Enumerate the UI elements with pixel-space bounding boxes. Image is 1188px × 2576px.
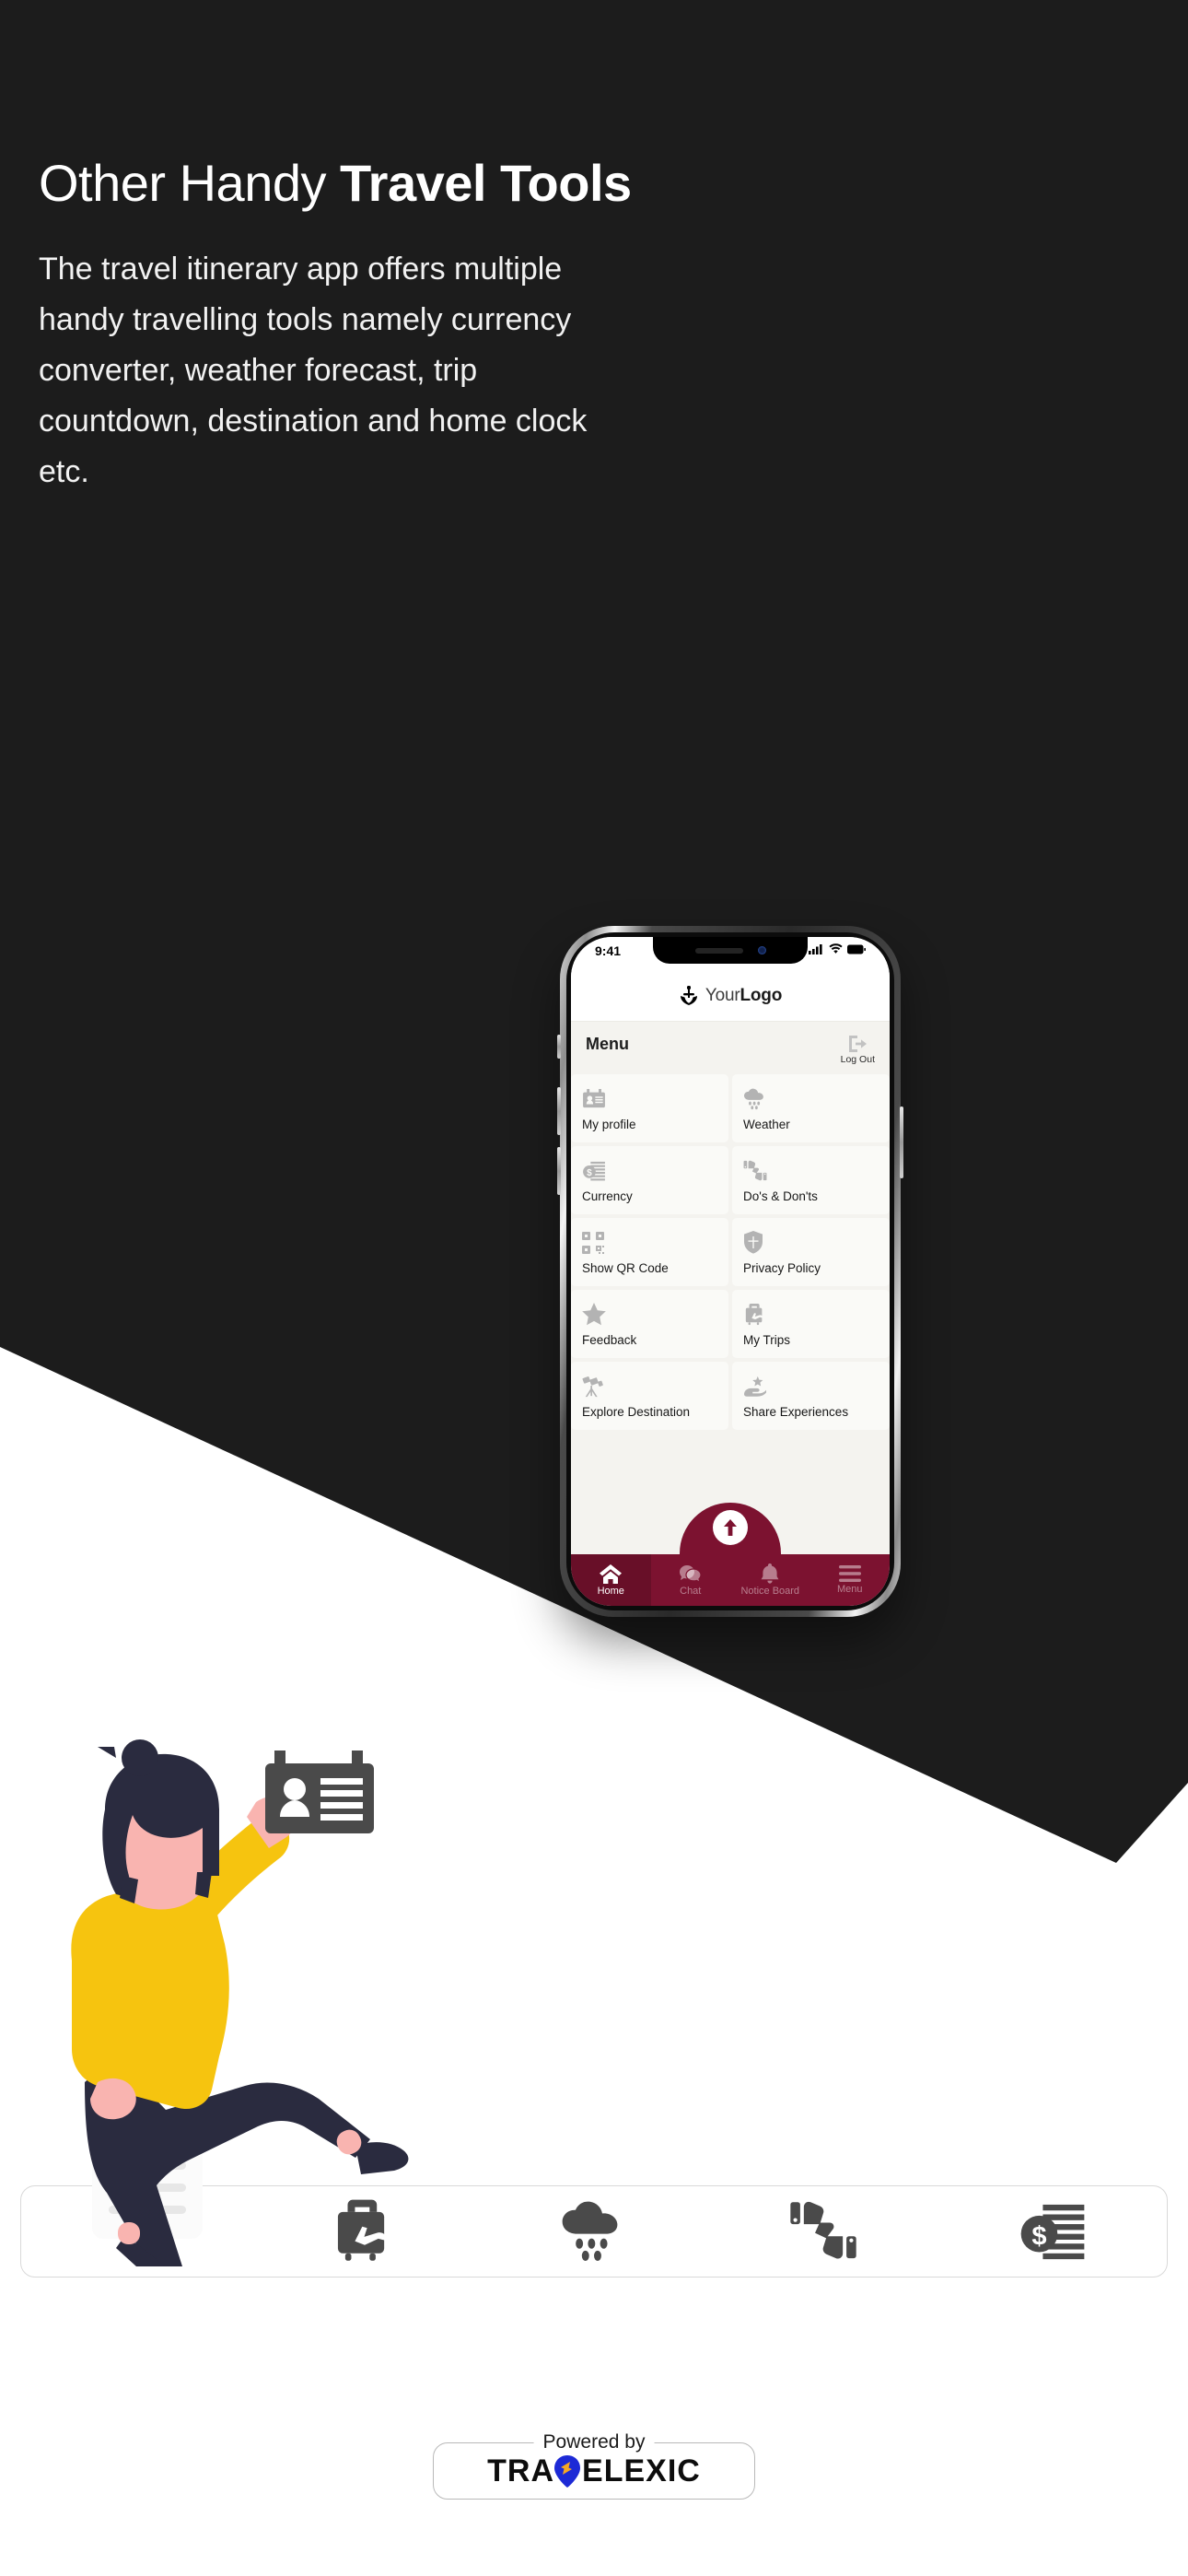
powered-by-label: Powered by: [533, 2431, 655, 2453]
menu-tile-explore-destination[interactable]: Explore Destination: [571, 1362, 728, 1430]
headline-bold-part: Travel Tools: [340, 154, 632, 212]
suitcase-plane-icon: [743, 1303, 879, 1327]
location-pin-icon: [554, 2455, 581, 2488]
phone-notch: [653, 937, 808, 964]
brand-box: Powered by TRA ELEXIC: [433, 2431, 755, 2500]
status-bar: 9:41: [571, 937, 890, 970]
page-title: Menu: [586, 1035, 629, 1053]
anchor-logo-icon: [680, 985, 697, 1005]
wifi-icon: [829, 943, 843, 954]
nav-item-chat[interactable]: Chat: [651, 1564, 731, 1597]
menu-tile-currency[interactable]: $ Currency: [571, 1146, 728, 1214]
logout-button[interactable]: Log Out: [841, 1035, 875, 1065]
menu-tile-label: Show QR Code: [582, 1260, 669, 1275]
menu-tile-weather[interactable]: Weather: [732, 1074, 890, 1142]
phone-power-button: [900, 1107, 903, 1178]
bottom-navigation: Home Chat Notice Board Menu: [571, 1554, 890, 1606]
app-header: YourLogo: [571, 970, 890, 1022]
cloud-rain-icon: [562, 2201, 618, 2261]
menu-tile-label: Feedback: [582, 1332, 637, 1347]
shield-icon: [743, 1231, 879, 1255]
id-card-icon: [265, 1751, 374, 1833]
menu-tile-label: Explore Destination: [582, 1404, 691, 1419]
nav-item-menu[interactable]: Menu: [810, 1565, 891, 1595]
app-logo-text: YourLogo: [705, 986, 782, 1006]
home-icon: [600, 1563, 623, 1584]
logo-light: Your: [705, 985, 740, 1005]
strip-slot-weather[interactable]: [480, 2199, 709, 2264]
phone-volume-up-button: [557, 1087, 561, 1135]
phone-screen: 9:41 YourLogo Menu Log Out My profile We…: [571, 937, 890, 1606]
nav-item-label: Home: [597, 1585, 624, 1597]
menu-tile-show-qr-code[interactable]: Show QR Code: [571, 1218, 728, 1286]
nav-item-label: Chat: [680, 1585, 702, 1597]
strip-slot-dos-and-donts[interactable]: [708, 2199, 938, 2264]
status-icons: [809, 943, 866, 954]
status-time: 9:41: [595, 943, 622, 958]
menu-tile-share-experiences[interactable]: Share Experiences: [732, 1362, 890, 1430]
phone-mute-switch: [557, 1035, 561, 1059]
thumbs-up-down-icon: [743, 1159, 879, 1183]
menu-tile-dos-and-donts[interactable]: Do's & Don'ts: [732, 1146, 890, 1214]
nav-item-home[interactable]: Home: [571, 1554, 651, 1606]
menu-tile-label: Do's & Don'ts: [743, 1188, 818, 1203]
star-icon: [582, 1303, 717, 1327]
menu-tile-label: My profile: [582, 1117, 636, 1131]
hand-star-icon: [743, 1375, 879, 1399]
logo-bold: Logo: [740, 985, 783, 1005]
brand-logo: TRA ELEXIC: [487, 2453, 701, 2489]
menu-tile-privacy-policy[interactable]: Privacy Policy: [732, 1218, 890, 1286]
qr-code-icon: [582, 1231, 717, 1255]
hero-description: The travel itinerary app offers multiple…: [39, 251, 588, 490]
menu-tile-label: Share Experiences: [743, 1404, 849, 1419]
svg-text:$: $: [1031, 2221, 1046, 2251]
front-camera-icon: [757, 946, 766, 954]
page-title: Other Handy Travel Tools: [39, 154, 683, 213]
menu-header-row: Menu Log Out: [571, 1022, 890, 1072]
menu-tile-label: My Trips: [743, 1332, 791, 1347]
powered-by-badge: Powered by TRA ELEXIC: [433, 2430, 755, 2500]
id-card-icon: [582, 1087, 717, 1111]
svg-text:$: $: [587, 1167, 592, 1177]
menu-tile-my-profile[interactable]: My profile: [571, 1074, 728, 1142]
hamburger-icon: [838, 1565, 861, 1582]
logout-label: Log Out: [840, 1054, 875, 1065]
nav-item-label: Notice Board: [740, 1586, 800, 1597]
menu-tile-label: Currency: [582, 1188, 633, 1203]
phone-volume-down-button: [557, 1147, 561, 1195]
coins-stack-icon: $: [1020, 2204, 1084, 2260]
nav-item-notice-board[interactable]: Notice Board: [730, 1563, 810, 1597]
brand-text-part1: TRA: [487, 2453, 555, 2488]
bell-icon: [761, 1563, 779, 1584]
brand-text-part2: ELEXIC: [582, 2453, 701, 2488]
earpiece-speaker: [694, 947, 743, 954]
menu-tile-my-trips[interactable]: My Trips: [732, 1290, 890, 1358]
menu-tile-label: Privacy Policy: [743, 1260, 821, 1275]
cloud-rain-icon: [743, 1087, 879, 1111]
hero-section: Other Handy Travel Tools The travel itin…: [39, 154, 683, 498]
menu-tile-label: Weather: [743, 1117, 790, 1131]
fab-circle: [713, 1510, 748, 1545]
battery-icon: [847, 944, 866, 954]
menu-grid: My profile Weather $ Currency Do's & Don…: [571, 1072, 890, 1554]
logout-arrow-icon: [849, 1036, 868, 1052]
menu-tile-feedback[interactable]: Feedback: [571, 1290, 728, 1358]
headline-light-part: Other Handy: [39, 154, 341, 212]
woman-holding-id-card-illustration: [71, 1739, 409, 2266]
nav-item-label: Menu: [836, 1584, 863, 1595]
coins-stack-icon: $: [582, 1159, 717, 1183]
strip-slot-currency[interactable]: $: [938, 2201, 1167, 2262]
phone-mockup: 9:41 YourLogo Menu Log Out My profile We…: [557, 926, 903, 1617]
telescope-icon: [582, 1375, 717, 1399]
thumbs-up-down-icon: [790, 2201, 856, 2259]
cellular-bars-icon: [809, 944, 822, 954]
arrow-up-icon: [724, 1519, 737, 1536]
chat-icon: [679, 1564, 702, 1584]
